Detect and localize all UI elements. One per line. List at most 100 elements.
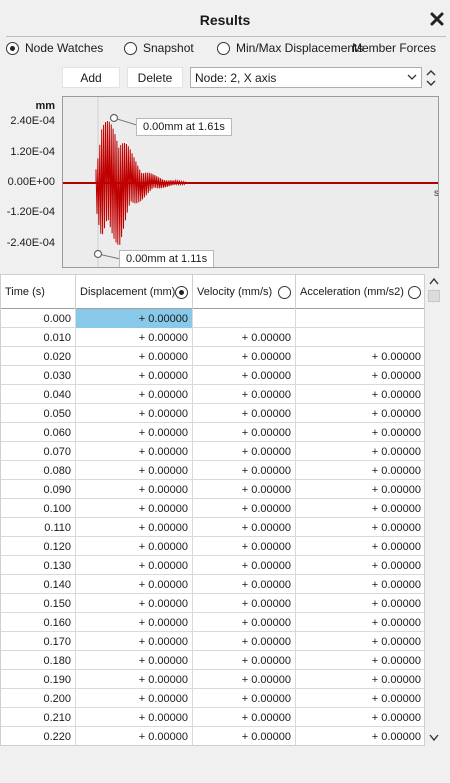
table-cell[interactable]: + 0.00000 (76, 404, 193, 423)
table-cell[interactable]: + 0.00000 (193, 727, 296, 745)
table-cell[interactable] (296, 309, 424, 328)
table-cell[interactable]: 0.120 (1, 537, 76, 556)
column-header-acceleration[interactable]: Acceleration (mm/s2) (296, 275, 424, 309)
table-cell[interactable]: + 0.00000 (296, 613, 424, 632)
table-row[interactable]: 0.080 + 0.00000 + 0.00000 + 0.00000 (1, 461, 424, 480)
table-scrollbar[interactable] (426, 274, 442, 746)
node-select[interactable]: Node: 2, X axis (190, 67, 422, 88)
table-cell[interactable]: + 0.00000 (296, 366, 424, 385)
table-cell[interactable]: + 0.00000 (296, 423, 424, 442)
table-cell[interactable]: + 0.00000 (193, 594, 296, 613)
table-row[interactable]: 0.210 + 0.00000 + 0.00000 + 0.00000 (1, 708, 424, 727)
table-cell[interactable]: 0.050 (1, 404, 76, 423)
table-cell[interactable]: + 0.00000 (296, 347, 424, 366)
close-icon[interactable] (428, 10, 446, 28)
table-cell[interactable]: + 0.00000 (296, 670, 424, 689)
table-cell[interactable]: + 0.00000 (296, 518, 424, 537)
table-cell[interactable]: + 0.00000 (76, 594, 193, 613)
table-row[interactable]: 0.170 + 0.00000 + 0.00000 + 0.00000 (1, 632, 424, 651)
table-cell[interactable]: + 0.00000 (193, 385, 296, 404)
table-cell[interactable]: + 0.00000 (296, 632, 424, 651)
column-radio[interactable] (278, 285, 291, 299)
table-cell[interactable]: + 0.00000 (296, 575, 424, 594)
radio-dot[interactable] (217, 41, 230, 55)
table-cell[interactable]: + 0.00000 (76, 537, 193, 556)
table-row[interactable]: 0.110 + 0.00000 + 0.00000 + 0.00000 (1, 518, 424, 537)
table-cell[interactable]: 0.090 (1, 480, 76, 499)
table-cell[interactable]: 0.210 (1, 708, 76, 727)
column-header-time[interactable]: Time (s) (1, 275, 76, 309)
table-row[interactable]: 0.060 + 0.00000 + 0.00000 + 0.00000 (1, 423, 424, 442)
column-header-displacement[interactable]: Displacement (mm) (76, 275, 193, 309)
table-cell[interactable]: 0.220 (1, 727, 76, 745)
table-row[interactable]: 0.100 + 0.00000 + 0.00000 + 0.00000 (1, 499, 424, 518)
radio-dot[interactable] (6, 41, 19, 55)
table-cell[interactable] (193, 309, 296, 328)
table-cell[interactable]: + 0.00000 (76, 385, 193, 404)
radio-minmax-displacements[interactable]: Min/Max Displacements (217, 41, 363, 55)
table-cell[interactable]: + 0.00000 (296, 442, 424, 461)
table-cell[interactable]: + 0.00000 (193, 404, 296, 423)
table-cell[interactable]: 0.080 (1, 461, 76, 480)
table-cell[interactable]: + 0.00000 (76, 461, 193, 480)
table-cell[interactable]: 0.170 (1, 632, 76, 651)
table-cell[interactable]: + 0.00000 (296, 708, 424, 727)
column-radio[interactable] (408, 285, 421, 299)
table-cell[interactable]: + 0.00000 (296, 499, 424, 518)
table-cell[interactable]: + 0.00000 (76, 727, 193, 745)
table-cell[interactable]: 0.060 (1, 423, 76, 442)
results-table[interactable]: Time (s) Displacement (mm) Velocity (mm/… (0, 274, 425, 746)
table-cell[interactable]: 0.150 (1, 594, 76, 613)
table-cell[interactable]: 0.070 (1, 442, 76, 461)
table-cell[interactable]: + 0.00000 (193, 613, 296, 632)
table-cell[interactable]: + 0.00000 (76, 670, 193, 689)
table-row[interactable]: 0.020 + 0.00000 + 0.00000 + 0.00000 (1, 347, 424, 366)
table-row[interactable]: 0.160 + 0.00000 + 0.00000 + 0.00000 (1, 613, 424, 632)
chart-plot-area[interactable]: s 0.00mm at 1.61s 0.00mm at 1.11s (62, 96, 439, 268)
table-cell[interactable]: + 0.00000 (76, 575, 193, 594)
add-button[interactable]: Add (62, 67, 120, 88)
column-header-velocity[interactable]: Velocity (mm/s) (193, 275, 296, 309)
table-row[interactable]: 0.070 + 0.00000 + 0.00000 + 0.00000 (1, 442, 424, 461)
table-cell[interactable]: 0.180 (1, 651, 76, 670)
table-cell[interactable]: + 0.00000 (193, 480, 296, 499)
table-cell[interactable]: + 0.00000 (76, 366, 193, 385)
table-cell[interactable]: 0.040 (1, 385, 76, 404)
table-row[interactable]: 0.130 + 0.00000 + 0.00000 + 0.00000 (1, 556, 424, 575)
table-cell[interactable]: 0.110 (1, 518, 76, 537)
table-cell[interactable]: 0.190 (1, 670, 76, 689)
node-spinner[interactable] (425, 67, 437, 89)
table-row[interactable]: 0.200 + 0.00000 + 0.00000 + 0.00000 (1, 689, 424, 708)
table-cell[interactable]: + 0.00000 (76, 651, 193, 670)
table-row[interactable]: 0.120 + 0.00000 + 0.00000 + 0.00000 (1, 537, 424, 556)
table-cell[interactable]: 0.000 (1, 309, 76, 328)
table-cell[interactable]: 0.010 (1, 328, 76, 347)
table-cell[interactable]: + 0.00000 (193, 689, 296, 708)
table-cell[interactable]: + 0.00000 (76, 480, 193, 499)
table-cell[interactable]: + 0.00000 (76, 632, 193, 651)
table-cell[interactable]: + 0.00000 (296, 461, 424, 480)
table-cell[interactable]: + 0.00000 (193, 575, 296, 594)
table-cell[interactable]: + 0.00000 (296, 404, 424, 423)
scrollbar-thumb[interactable] (428, 290, 440, 302)
table-row[interactable]: 0.030 + 0.00000 + 0.00000 + 0.00000 (1, 366, 424, 385)
table-cell[interactable]: + 0.00000 (76, 556, 193, 575)
table-row[interactable]: 0.040 + 0.00000 + 0.00000 + 0.00000 (1, 385, 424, 404)
table-cell[interactable]: + 0.00000 (193, 518, 296, 537)
table-cell[interactable]: 0.130 (1, 556, 76, 575)
radio-member-forces[interactable]: Member Forces (352, 41, 436, 55)
table-row[interactable]: 0.000 + 0.00000 (1, 309, 424, 328)
table-cell[interactable]: + 0.00000 (193, 328, 296, 347)
table-cell[interactable]: + 0.00000 (193, 442, 296, 461)
table-cell[interactable]: 0.140 (1, 575, 76, 594)
table-cell[interactable]: + 0.00000 (193, 708, 296, 727)
table-row[interactable]: 0.090 + 0.00000 + 0.00000 + 0.00000 (1, 480, 424, 499)
table-cell[interactable]: + 0.00000 (193, 423, 296, 442)
table-cell[interactable]: + 0.00000 (193, 366, 296, 385)
table-cell[interactable]: + 0.00000 (296, 594, 424, 613)
table-row[interactable]: 0.190 + 0.00000 + 0.00000 + 0.00000 (1, 670, 424, 689)
radio-node-watches[interactable]: Node Watches (6, 41, 103, 55)
table-cell[interactable]: + 0.00000 (296, 537, 424, 556)
table-cell[interactable]: 0.160 (1, 613, 76, 632)
table-cell[interactable]: + 0.00000 (76, 309, 193, 328)
